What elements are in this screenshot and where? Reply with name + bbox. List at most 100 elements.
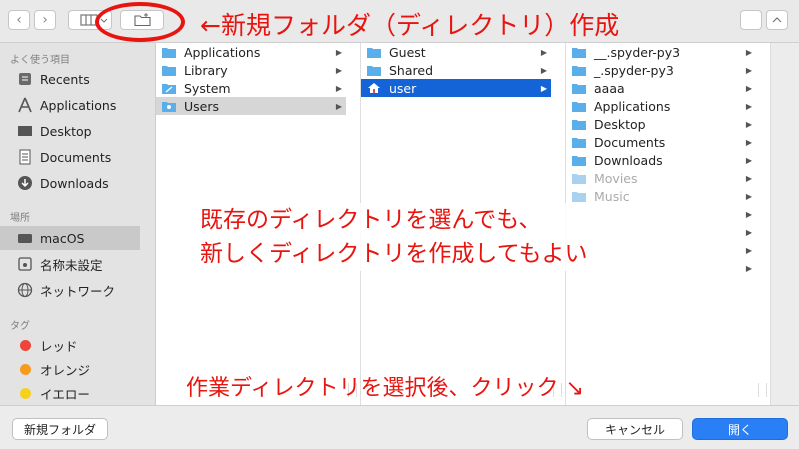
list-item-user[interactable]: user ▶ xyxy=(361,79,551,97)
chevron-right-icon: › xyxy=(42,12,48,28)
music-folder-icon xyxy=(572,190,588,202)
list-item-folder[interactable]: __.spyder-py3 ▶ xyxy=(566,43,756,61)
favorites-header: よく使う項目 xyxy=(10,55,70,66)
annotation-bottom: 作業ディレクトリを選択後、クリック ↘ xyxy=(186,376,584,401)
list-item-folder[interactable]: _.spyder-py3 ▶ xyxy=(566,61,756,79)
sidebar-item-tag-orange[interactable]: オレンジ xyxy=(0,357,140,381)
home-icon xyxy=(367,82,383,94)
chevron-up-icon xyxy=(772,17,782,23)
list-item-users[interactable]: Users ▶ xyxy=(156,97,346,115)
sidebar-item-untitled[interactable]: 名称未設定 xyxy=(0,252,140,276)
folder-icon xyxy=(162,64,178,76)
chevron-right-icon: ▶ xyxy=(745,209,752,219)
locations-header: 場所 xyxy=(10,213,30,224)
disk-icon xyxy=(16,230,34,246)
sidebar-item-label: レッド xyxy=(40,338,78,354)
users-folder-icon xyxy=(162,100,178,112)
annotation-middle: 既存のディレクトリを選んでも、 新しくディレクトリを作成してもよい xyxy=(200,203,588,271)
list-item-folder[interactable]: Downloads ▶ xyxy=(566,151,756,169)
sidebar-item-desktop[interactable]: Desktop xyxy=(0,119,140,143)
sidebar-item-downloads[interactable]: Downloads xyxy=(0,171,140,195)
folder-icon xyxy=(572,64,588,76)
chevron-right-icon: ▶ xyxy=(540,65,547,75)
list-item-guest[interactable]: Guest ▶ xyxy=(361,43,551,61)
list-item-folder[interactable]: Music ▶ xyxy=(566,187,756,205)
documents-folder-icon xyxy=(572,136,588,148)
column-user: __.spyder-py3 ▶ _.spyder-py3 ▶ aaaa ▶ Ap… xyxy=(566,43,771,405)
item-label: Applications xyxy=(594,98,671,114)
item-label: Users xyxy=(184,98,220,114)
forward-button[interactable]: › xyxy=(34,10,56,30)
sidebar-item-label: Recents xyxy=(40,71,90,87)
desktop-icon xyxy=(16,123,34,139)
new-folder-button[interactable]: 新規フォルダ xyxy=(12,418,108,440)
sidebar-item-label: 名称未設定 xyxy=(40,257,103,273)
sidebar-item-documents[interactable]: Documents xyxy=(0,145,140,169)
list-item-folder[interactable]: ▶ xyxy=(566,223,756,241)
open-button[interactable]: 開く xyxy=(692,418,788,440)
sidebar-item-tag-red[interactable]: レッド xyxy=(0,333,140,357)
chevron-right-icon: ▶ xyxy=(745,65,752,75)
applications-folder-icon xyxy=(162,46,178,58)
item-label: Guest xyxy=(389,44,426,60)
sidebar-item-applications[interactable]: Applications xyxy=(0,93,140,117)
item-label: Shared xyxy=(389,62,434,78)
toggle-button[interactable] xyxy=(766,10,788,30)
chevron-right-icon: ▶ xyxy=(745,191,752,201)
sidebar-item-recents[interactable]: Recents xyxy=(0,67,140,91)
item-label: Downloads xyxy=(594,152,663,168)
list-item-folder[interactable]: Applications ▶ xyxy=(566,97,756,115)
disk-icon xyxy=(16,256,34,272)
chevron-right-icon: ▶ xyxy=(745,47,752,57)
list-item-folder[interactable]: ▶ xyxy=(566,241,756,259)
list-item-folder[interactable]: Documents ▶ xyxy=(566,133,756,151)
tag-orange-dot-icon xyxy=(16,363,34,375)
back-button[interactable]: ‹ xyxy=(8,10,30,30)
item-label: Applications xyxy=(184,44,261,60)
chevron-right-icon: ▶ xyxy=(745,155,752,165)
chevron-right-icon: ▶ xyxy=(540,83,547,93)
sidebar-item-network[interactable]: ネットワーク xyxy=(0,278,140,302)
chevron-right-icon: ▶ xyxy=(335,83,342,93)
list-item-folder[interactable]: ▶ xyxy=(566,205,756,223)
sidebar-item-label: Documents xyxy=(40,149,112,165)
list-item-folder[interactable]: Movies ▶ xyxy=(566,169,756,187)
column-resize-handle[interactable] xyxy=(758,383,767,397)
chevron-right-icon: ▶ xyxy=(540,47,547,57)
chevron-right-icon: ▶ xyxy=(745,173,752,183)
download-icon xyxy=(16,175,34,191)
list-item-folder[interactable]: ▶ xyxy=(566,259,756,277)
chevron-right-icon: ▶ xyxy=(745,245,752,255)
globe-icon xyxy=(16,282,34,298)
chevron-right-icon: ▶ xyxy=(745,137,752,147)
folder-icon xyxy=(572,82,588,94)
movies-folder-icon xyxy=(572,172,588,184)
desktop-folder-icon xyxy=(572,118,588,130)
list-item-system[interactable]: System ▶ xyxy=(156,79,346,97)
tag-yellow-dot-icon xyxy=(16,387,34,399)
sidebar: よく使う項目 Recents Applications Desktop Docu… xyxy=(0,43,156,405)
sidebar-item-tag-yellow[interactable]: イエロー xyxy=(0,381,140,405)
chevron-right-icon: ▶ xyxy=(335,65,342,75)
chevron-right-icon: ▶ xyxy=(745,227,752,237)
list-item-library[interactable]: Library ▶ xyxy=(156,61,346,79)
sidebar-item-macos[interactable]: macOS xyxy=(0,226,140,250)
sidebar-item-label: Downloads xyxy=(40,175,109,191)
sidebar-item-label: macOS xyxy=(40,230,85,246)
list-item-folder[interactable]: aaaa ▶ xyxy=(566,79,756,97)
list-item-folder[interactable]: Desktop ▶ xyxy=(566,115,756,133)
chevron-right-icon: ▶ xyxy=(745,101,752,111)
list-item-shared[interactable]: Shared ▶ xyxy=(361,61,551,79)
search-button[interactable] xyxy=(740,10,762,30)
sidebar-item-label: Applications xyxy=(40,97,117,113)
sidebar-item-label: Desktop xyxy=(40,123,92,139)
sidebar-item-label: ネットワーク xyxy=(40,283,116,299)
item-label: Music xyxy=(594,188,630,204)
list-item-applications[interactable]: Applications ▶ xyxy=(156,43,346,61)
cancel-button[interactable]: キャンセル xyxy=(587,418,683,440)
item-label: __.spyder-py3 xyxy=(594,44,681,60)
item-label: user xyxy=(389,80,417,96)
document-icon xyxy=(16,149,34,165)
chevron-left-icon: ‹ xyxy=(16,12,22,28)
chevron-right-icon: ▶ xyxy=(335,47,342,57)
